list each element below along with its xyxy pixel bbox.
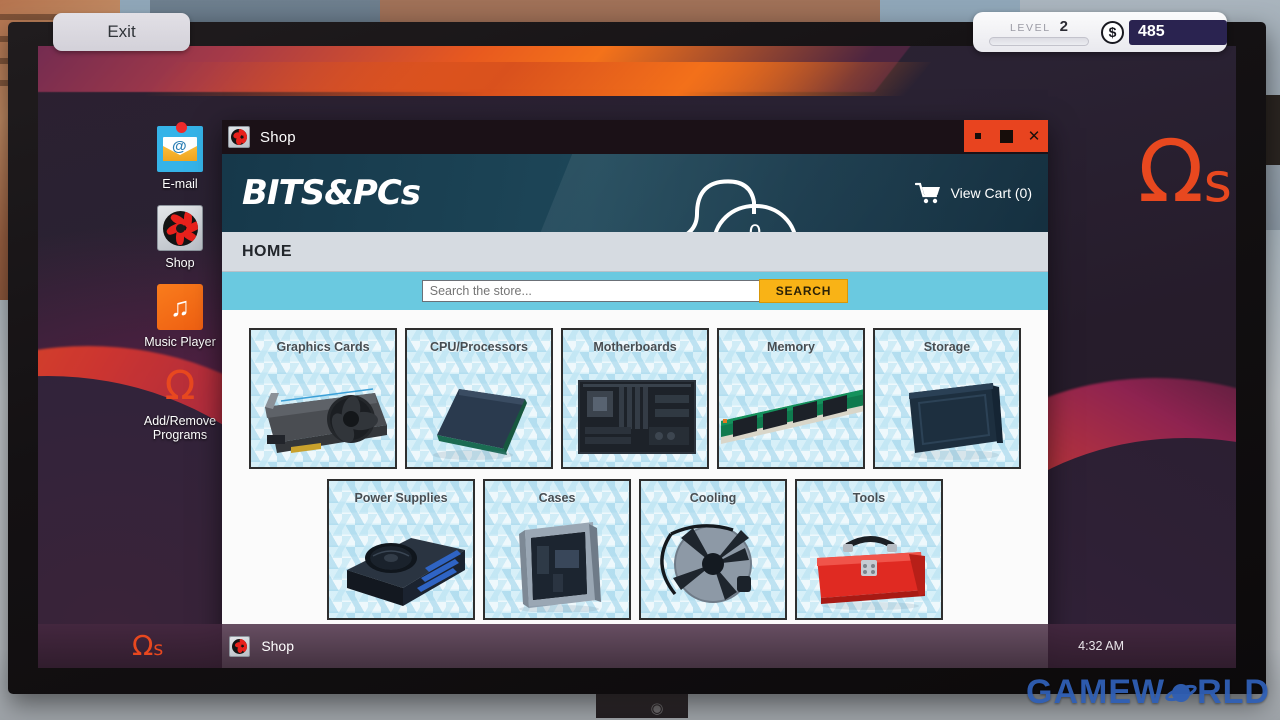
window-titlebar[interactable]: Shop ✕ (222, 120, 1048, 154)
graphics-card-art (251, 365, 397, 461)
desktop: Ωs @ E-mail (38, 46, 1236, 668)
desktop-icon-label: Shop (134, 256, 226, 270)
money-value: 485 (1129, 20, 1227, 45)
desktop-icon-shop[interactable]: Shop (134, 205, 226, 270)
search-bar: SEARCH (222, 272, 1048, 310)
category-tile-cooling[interactable]: Cooling (639, 479, 787, 620)
money-display: $ 485 (1101, 20, 1227, 45)
taskbar-task-label: Shop (261, 638, 294, 654)
breadcrumb: HOME (222, 232, 1048, 272)
wallpaper-omega-suffix: s (1204, 151, 1232, 214)
omega-icon: Ω (157, 363, 203, 409)
start-button[interactable]: Ωs (132, 632, 163, 660)
monitor-screen: Ωs @ E-mail (38, 46, 1236, 668)
pc-case-art (485, 516, 631, 612)
category-label: Tools (797, 491, 941, 505)
taskbar-task-shop[interactable]: Shop (229, 636, 294, 657)
gameworld-watermark: GAMEW RLD (1026, 673, 1270, 712)
category-label: Storage (875, 340, 1019, 354)
maximize-icon (1000, 130, 1013, 143)
category-tile-motherboards[interactable]: Motherboards (561, 328, 709, 469)
taskbar: Ωs Shop 4:32 (38, 624, 1236, 668)
monitor-brand-logo: ◉ (640, 700, 674, 718)
exit-button[interactable]: Exit (53, 13, 190, 51)
email-envelope-icon: @ (157, 126, 203, 172)
notification-badge-dot (176, 122, 187, 133)
fan-hub (163, 211, 198, 246)
close-icon: ✕ (1028, 129, 1041, 144)
shop-window: Shop ✕ BITS&PCs 0 (222, 120, 1048, 668)
category-label: Cases (485, 491, 629, 505)
view-cart-label: View Cart (0) (951, 185, 1032, 201)
ram-stick-art (719, 365, 865, 461)
watermark-text-part1: GAMEW (1026, 673, 1165, 712)
category-label: CPU/Processors (407, 340, 551, 354)
category-tile-cases[interactable]: Cases (483, 479, 631, 620)
cpu-cooler-art (641, 516, 787, 612)
category-label: Memory (719, 340, 863, 354)
ssd-drive-art (875, 365, 1021, 461)
search-input[interactable] (422, 280, 760, 302)
category-row-2: Power Supplies (222, 479, 1048, 620)
shopping-cart-icon (915, 182, 943, 204)
desktop-icon-label: Music Player (134, 335, 226, 349)
category-tile-power-supplies[interactable]: Power Supplies (327, 479, 475, 620)
mouse-number: 0 (748, 221, 761, 232)
fan-icon (228, 126, 250, 148)
level-progress-bar (989, 37, 1089, 46)
planet-icon (1165, 680, 1197, 706)
window-title: Shop (260, 129, 296, 146)
start-omega-suffix: s (153, 638, 163, 660)
wallpaper-swoosh-top-inner (145, 62, 932, 96)
category-label: Graphics Cards (251, 340, 395, 354)
taskbar-clock: 4:32 AM (1078, 639, 1124, 653)
shop-banner: BITS&PCs 0 (222, 154, 1048, 232)
music-note-icon: ♫ (157, 284, 203, 330)
watermark-text-part2: RLD (1197, 673, 1270, 712)
level-meter: LEVEL 2 (989, 18, 1089, 46)
desktop-icon-add-remove-programs[interactable]: Ω Add/Remove Programs (134, 363, 226, 442)
shop-brand-logo: BITS&PCs (242, 173, 420, 213)
level-label: LEVEL (1010, 22, 1051, 34)
monitor-bezel: Ωs @ E-mail (8, 22, 1266, 694)
mouse-cable-art: 0 (492, 158, 822, 232)
category-label: Motherboards (563, 340, 707, 354)
at-sign-glyph: @ (172, 138, 187, 155)
close-button[interactable]: ✕ (1020, 120, 1048, 152)
motherboard-art (563, 365, 709, 461)
category-label: Power Supplies (329, 491, 473, 505)
wallpaper-omega-logo: Ωs (1138, 134, 1232, 211)
psu-art (329, 516, 475, 612)
fan-icon (157, 205, 203, 251)
player-hud: LEVEL 2 $ 485 (973, 12, 1227, 52)
cpu-chip-art (407, 365, 553, 461)
desktop-icon-music-player[interactable]: ♫ Music Player (134, 284, 226, 349)
desktop-icon-label: Add/Remove Programs (134, 414, 226, 442)
fan-icon (229, 636, 250, 657)
category-tile-storage[interactable]: Storage (873, 328, 1021, 469)
desktop-icon-email[interactable]: @ E-mail (134, 126, 226, 191)
category-tile-memory[interactable]: Memory (717, 328, 865, 469)
category-tile-tools[interactable]: Tools (795, 479, 943, 620)
category-catalog: Graphics Cards (222, 310, 1048, 668)
breadcrumb-home[interactable]: HOME (242, 243, 292, 261)
window-controls: ✕ (964, 120, 1048, 152)
desktop-icon-label: E-mail (134, 177, 226, 191)
minimize-icon (975, 133, 981, 139)
category-tile-cpu-processors[interactable]: CPU/Processors (405, 328, 553, 469)
level-value: 2 (1060, 18, 1068, 35)
toolbox-art (797, 516, 943, 612)
wallpaper-omega-glyph: Ω (1138, 122, 1204, 222)
dollar-coin-icon: $ (1101, 21, 1124, 44)
desktop-icon-list: @ E-mail (134, 126, 226, 456)
view-cart-button[interactable]: View Cart (0) (915, 182, 1032, 204)
minimize-button[interactable] (964, 120, 992, 152)
category-row-1: Graphics Cards (222, 328, 1048, 469)
search-button[interactable]: SEARCH (759, 279, 848, 303)
maximize-button[interactable] (992, 120, 1020, 152)
start-omega-glyph: Ω (132, 629, 153, 662)
category-tile-graphics-cards[interactable]: Graphics Cards (249, 328, 397, 469)
category-label: Cooling (641, 491, 785, 505)
screen: ◉ Ωs @ E-mail (0, 0, 1280, 720)
